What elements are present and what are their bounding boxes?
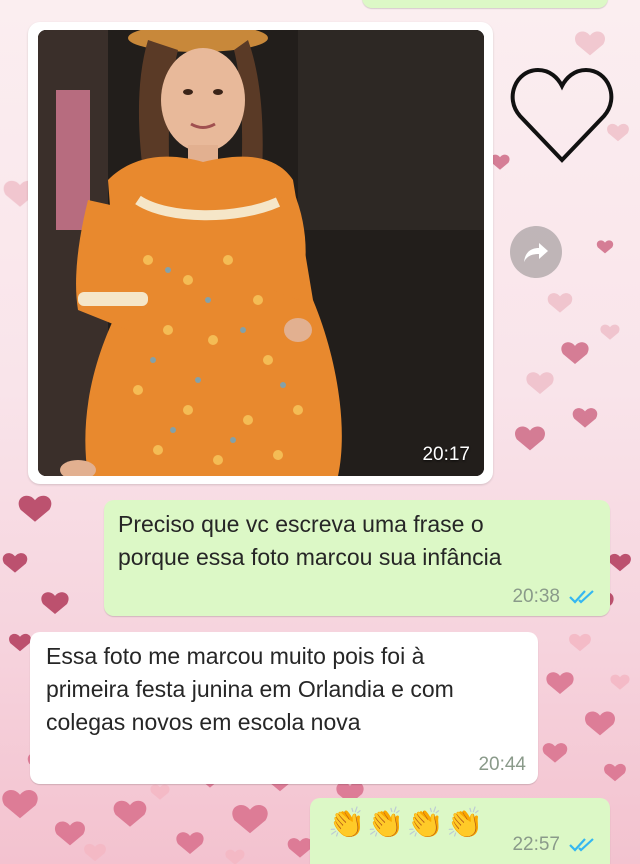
clapping-hands-emojis: 👏👏👏👏 — [328, 807, 486, 840]
double-check-icon — [569, 838, 594, 852]
outgoing-emoji-bubble[interactable]: 👏👏👏👏 22:57 — [310, 798, 610, 864]
previous-outgoing-bubble — [362, 0, 608, 8]
forward-arrow-icon — [524, 243, 548, 262]
childhood-photo[interactable]: 20:17 — [38, 30, 484, 476]
photo-timestamp: 20:17 — [422, 444, 470, 465]
photo-illustration — [38, 30, 484, 476]
message-timestamp: 20:44 — [478, 754, 526, 775]
message-text: Essa foto me marcou muito pois foi à pri… — [46, 643, 454, 735]
double-check-icon — [569, 590, 594, 604]
photo-message-bubble[interactable]: 20:17 — [28, 22, 493, 484]
outgoing-message-bubble[interactable]: Preciso que vc escreva uma frase o porqu… — [104, 500, 610, 616]
forward-button[interactable] — [510, 226, 562, 278]
incoming-message-bubble[interactable]: Essa foto me marcou muito pois foi à pri… — [30, 632, 538, 784]
message-text: Preciso que vc escreva uma frase o porqu… — [118, 511, 502, 570]
heart-outline-icon — [510, 67, 614, 163]
message-timestamp: 20:38 — [512, 586, 560, 607]
message-timestamp: 22:57 — [512, 834, 560, 855]
